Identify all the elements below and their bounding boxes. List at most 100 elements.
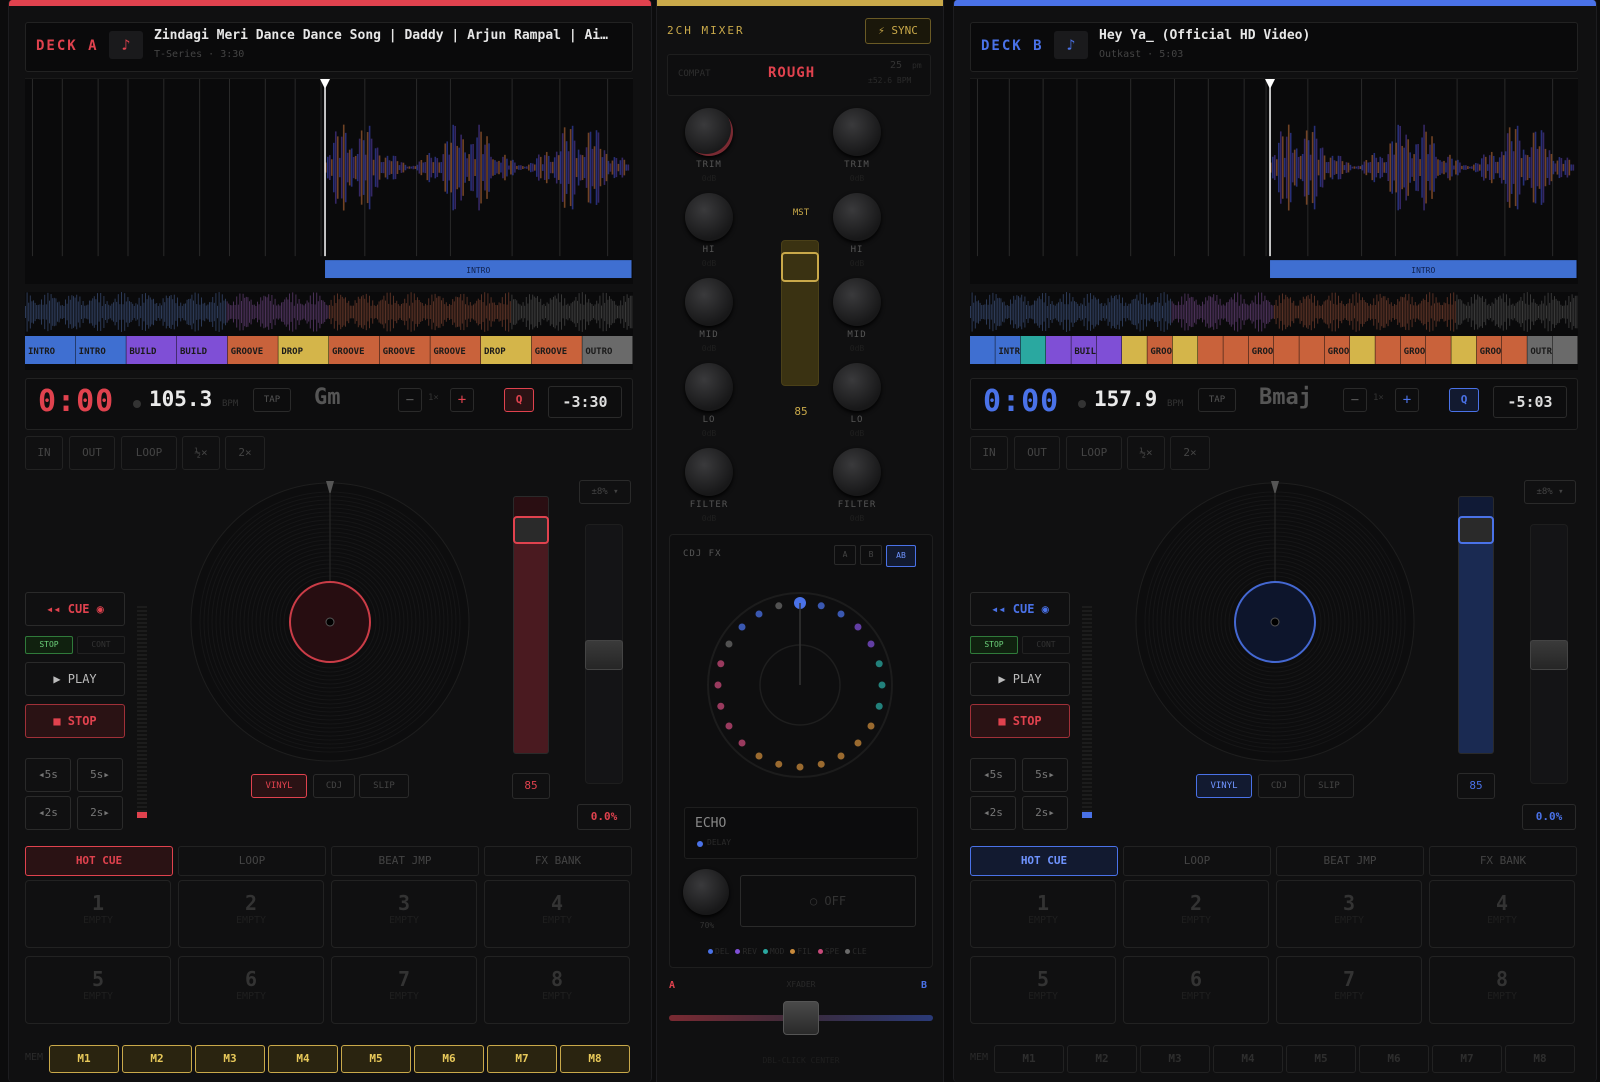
seek-back-2s[interactable]: ◂2s xyxy=(970,796,1016,830)
tempo-slider-handle[interactable] xyxy=(1530,640,1568,670)
hot-cue-pad[interactable]: 6 EMPTY xyxy=(178,956,324,1024)
master-fader-handle[interactable] xyxy=(781,251,819,282)
overview-waveform[interactable]: INTRO INTRO BUILD BUILD GROOVE DROP GROOVE GROO… xyxy=(25,292,633,370)
overview-waveform[interactable]: INTR BUIL GROO GROO GROO GROO GROO OUTR xyxy=(970,292,1578,370)
mid-knob-a[interactable] xyxy=(685,278,733,326)
memory-slot-5[interactable]: M5 xyxy=(341,1045,411,1073)
hot-cue-pad[interactable]: 2 EMPTY xyxy=(178,880,324,948)
tab-hot-cue[interactable]: HOT CUE xyxy=(25,846,173,876)
hot-cue-pad[interactable]: 5 EMPTY xyxy=(970,956,1116,1024)
hot-cue-pad[interactable]: 5 EMPTY xyxy=(25,956,171,1024)
loop-in-button[interactable]: IN xyxy=(25,436,63,470)
memory-slot-2[interactable]: M2 xyxy=(1067,1045,1137,1073)
hi-knob-b[interactable] xyxy=(833,193,881,241)
hot-cue-pad[interactable]: 6 EMPTY xyxy=(1123,956,1269,1024)
lo-knob-b[interactable] xyxy=(833,363,881,411)
tap-button[interactable]: TAP xyxy=(1198,388,1236,412)
seek-fwd-5s[interactable]: 5s▸ xyxy=(1022,758,1068,792)
memory-slot-8[interactable]: M8 xyxy=(560,1045,630,1073)
hot-cue-pad[interactable]: 3 EMPTY xyxy=(331,880,477,948)
loop-button[interactable]: LOOP xyxy=(1066,436,1122,470)
music-note-icon[interactable]: ♪ xyxy=(1054,31,1088,59)
memory-slot-1[interactable]: M1 xyxy=(994,1045,1064,1073)
seek-fwd-5s[interactable]: 5s▸ xyxy=(77,758,123,792)
cue-button[interactable]: ◂◂ CUE ◉ xyxy=(970,592,1070,626)
fx-target-ab[interactable]: AB xyxy=(886,545,916,567)
zoom-waveform[interactable]: INTRO xyxy=(970,78,1578,284)
play-button[interactable]: ▶ PLAY xyxy=(25,662,125,696)
hot-cue-pad[interactable]: 4 EMPTY xyxy=(484,880,630,948)
loop-half-button[interactable]: ½× xyxy=(1127,436,1165,470)
memory-slot-8[interactable]: M8 xyxy=(1505,1045,1575,1073)
speed-minus-button[interactable]: − xyxy=(1343,388,1367,412)
lo-knob-a[interactable] xyxy=(685,363,733,411)
memory-slot-5[interactable]: M5 xyxy=(1286,1045,1356,1073)
hot-cue-pad[interactable]: 7 EMPTY xyxy=(331,956,477,1024)
memory-slot-4[interactable]: M4 xyxy=(268,1045,338,1073)
fx-target-a[interactable]: A xyxy=(834,545,856,565)
tab-fx-bank[interactable]: FX BANK xyxy=(1429,846,1577,876)
loop-half-button[interactable]: ½× xyxy=(182,436,220,470)
loop-out-button[interactable]: OUT xyxy=(1014,436,1060,470)
trim-knob-b[interactable] xyxy=(833,108,881,156)
speed-minus-button[interactable]: − xyxy=(398,388,422,412)
fx-wet-knob[interactable] xyxy=(683,869,729,915)
memory-slot-2[interactable]: M2 xyxy=(122,1045,192,1073)
jog-platter[interactable] xyxy=(1134,481,1416,763)
tab-hot-cue[interactable]: HOT CUE xyxy=(970,846,1118,876)
sync-button[interactable]: ⚡ SYNC xyxy=(865,18,931,44)
hot-cue-pad[interactable]: 4 EMPTY xyxy=(1429,880,1575,948)
quantize-button[interactable]: Q xyxy=(1449,388,1479,412)
speed-plus-button[interactable]: + xyxy=(1395,388,1419,412)
zoom-waveform[interactable]: INTRO xyxy=(25,78,633,284)
loop-in-button[interactable]: IN xyxy=(970,436,1008,470)
tab-loop[interactable]: LOOP xyxy=(1123,846,1271,876)
tab-beat-jump[interactable]: BEAT JMP xyxy=(331,846,479,876)
loop-double-button[interactable]: 2× xyxy=(225,436,265,470)
loop-double-button[interactable]: 2× xyxy=(1170,436,1210,470)
memory-slot-7[interactable]: M7 xyxy=(487,1045,557,1073)
fx-selector-ring[interactable] xyxy=(700,585,900,785)
cue-mode-stop[interactable]: STOP xyxy=(25,636,73,654)
tap-button[interactable]: TAP xyxy=(253,388,291,412)
memory-slot-6[interactable]: M6 xyxy=(1359,1045,1429,1073)
channel-fader-handle[interactable] xyxy=(1458,516,1494,544)
hi-knob-a[interactable] xyxy=(685,193,733,241)
music-note-icon[interactable]: ♪ xyxy=(109,31,143,59)
loop-out-button[interactable]: OUT xyxy=(69,436,115,470)
channel-fader-handle[interactable] xyxy=(513,516,549,544)
pitch-range-select[interactable]: ±8% ▾ xyxy=(1524,480,1576,504)
play-button[interactable]: ▶ PLAY xyxy=(970,662,1070,696)
filter-knob-b[interactable] xyxy=(833,448,881,496)
pitch-range-select[interactable]: ±8% ▾ xyxy=(579,480,631,504)
mode-cdj-button[interactable]: CDJ xyxy=(313,774,355,798)
memory-slot-6[interactable]: M6 xyxy=(414,1045,484,1073)
cue-mode-cont[interactable]: CONT xyxy=(1022,636,1070,654)
tempo-slider-handle[interactable] xyxy=(585,640,623,670)
fx-on-off-button[interactable]: ○ OFF xyxy=(740,875,916,927)
filter-knob-a[interactable] xyxy=(685,448,733,496)
stop-button[interactable]: ■ STOP xyxy=(25,704,125,738)
mid-knob-b[interactable] xyxy=(833,278,881,326)
tab-beat-jump[interactable]: BEAT JMP xyxy=(1276,846,1424,876)
seek-back-2s[interactable]: ◂2s xyxy=(25,796,71,830)
memory-slot-7[interactable]: M7 xyxy=(1432,1045,1502,1073)
hot-cue-pad[interactable]: 7 EMPTY xyxy=(1276,956,1422,1024)
mode-cdj-button[interactable]: CDJ xyxy=(1258,774,1300,798)
seek-back-5s[interactable]: ◂5s xyxy=(970,758,1016,792)
hot-cue-pad[interactable]: 8 EMPTY xyxy=(484,956,630,1024)
hot-cue-pad[interactable]: 1 EMPTY xyxy=(970,880,1116,948)
fx-target-b[interactable]: B xyxy=(860,545,882,565)
mode-vinyl-button[interactable]: VINYL xyxy=(251,774,307,798)
hot-cue-pad[interactable]: 1 EMPTY xyxy=(25,880,171,948)
tab-fx-bank[interactable]: FX BANK xyxy=(484,846,632,876)
cue-button[interactable]: ◂◂ CUE ◉ xyxy=(25,592,125,626)
trim-knob-a[interactable] xyxy=(685,108,733,156)
memory-slot-3[interactable]: M3 xyxy=(195,1045,265,1073)
speed-plus-button[interactable]: + xyxy=(450,388,474,412)
seek-back-5s[interactable]: ◂5s xyxy=(25,758,71,792)
memory-slot-4[interactable]: M4 xyxy=(1213,1045,1283,1073)
memory-slot-1[interactable]: M1 xyxy=(49,1045,119,1073)
cue-mode-stop[interactable]: STOP xyxy=(970,636,1018,654)
memory-slot-3[interactable]: M3 xyxy=(1140,1045,1210,1073)
